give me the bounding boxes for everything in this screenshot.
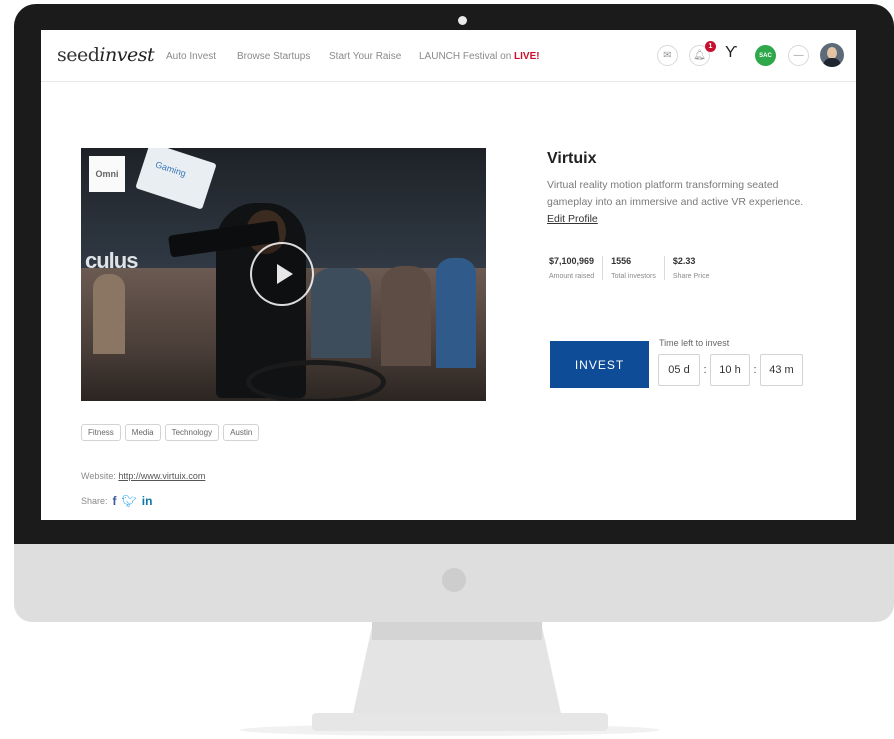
company-description: Virtual reality motion platform transfor… — [547, 179, 804, 208]
timer-label: Time left to invest — [659, 338, 730, 348]
timer-minutes: 43 m — [760, 354, 803, 386]
share-row: Share: f 🐦︎ in — [81, 494, 153, 508]
tag-list: Fitness Media Technology Austin — [81, 424, 260, 441]
avatar[interactable] — [820, 43, 844, 67]
nav-auto-invest[interactable]: Auto Invest — [166, 51, 216, 62]
tag-technology[interactable]: Technology — [164, 424, 220, 441]
company-video[interactable]: Gaming culus Omni — [81, 148, 486, 401]
raise-stats: $7,100,969 Amount raised 1556 Total inve… — [547, 256, 717, 280]
play-icon — [276, 264, 293, 284]
facebook-icon[interactable]: f — [113, 494, 117, 508]
timer-days: 05 d — [658, 354, 700, 386]
sprout-icon[interactable]: ϒ — [725, 44, 737, 62]
tag-fitness[interactable]: Fitness — [81, 424, 121, 441]
inbox-icon[interactable]: ✉ — [657, 45, 678, 66]
website-link[interactable]: http://www.virtuix.com — [118, 471, 205, 481]
seedinvest-logo[interactable]: seedinvest — [57, 44, 155, 66]
play-button[interactable] — [250, 242, 314, 306]
profile-badge[interactable]: SAC — [755, 45, 776, 66]
webcam — [458, 16, 467, 25]
company-name: Virtuix — [547, 150, 597, 167]
omni-logo: Omni — [89, 156, 125, 192]
top-nav: seedinvest Auto Invest Browse Startups S… — [41, 30, 856, 82]
linkedin-icon[interactable]: in — [142, 494, 153, 508]
stand-shade — [372, 622, 542, 640]
tag-media[interactable]: Media — [124, 424, 161, 441]
apple-logo-icon — [442, 568, 466, 592]
twitter-icon[interactable]: 🐦︎ — [122, 494, 137, 508]
invest-button[interactable]: INVEST — [550, 341, 649, 388]
stat-total-investors: 1556 Total investors — [602, 256, 664, 280]
website-row: Website: http://www.virtuix.com — [81, 471, 206, 481]
nav-launch-festival[interactable]: LAUNCH Festival on LIVE! — [419, 51, 540, 62]
stat-amount-raised: $7,100,969 Amount raised — [549, 256, 595, 280]
stand-base — [312, 713, 608, 731]
countdown-timer: 05 d : 10 h : 43 m — [658, 354, 803, 386]
timer-hours: 10 h — [710, 354, 750, 386]
screen-edge — [856, 30, 894, 520]
nav-start-your-raise[interactable]: Start Your Raise — [329, 51, 401, 62]
nav-browse-startups[interactable]: Browse Startups — [237, 51, 310, 62]
edit-profile-link[interactable]: Edit Profile — [547, 213, 598, 225]
tag-austin[interactable]: Austin — [223, 424, 260, 441]
notification-badge: 1 — [705, 41, 716, 52]
stat-share-price: $2.33 Share Price — [663, 256, 718, 280]
screen: seedinvest Auto Invest Browse Startups S… — [41, 30, 856, 520]
imac-mockup: seedinvest Auto Invest Browse Startups S… — [0, 0, 894, 739]
company-logo-icon[interactable]: — — [788, 45, 809, 66]
